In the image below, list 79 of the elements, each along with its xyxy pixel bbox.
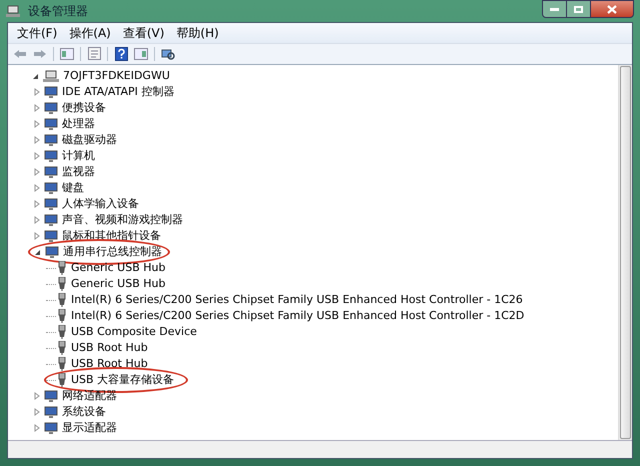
tree-item[interactable]: 计算机 bbox=[62, 148, 95, 164]
expand-icon[interactable] bbox=[34, 136, 40, 144]
tree-item[interactable]: USB 大容量存储设备 bbox=[71, 372, 174, 388]
tree-item[interactable]: 键盘 bbox=[62, 180, 84, 196]
help-button[interactable] bbox=[112, 44, 130, 62]
menu-item[interactable]: 操作(A) bbox=[66, 24, 114, 42]
device-icon bbox=[44, 214, 58, 226]
computer-icon bbox=[43, 70, 59, 82]
usb-plug-icon bbox=[58, 341, 66, 355]
device-icon bbox=[44, 134, 58, 146]
panel-icon bbox=[134, 48, 148, 60]
device-icon bbox=[44, 166, 58, 178]
collapse-icon[interactable] bbox=[34, 248, 41, 256]
scan-hardware-icon bbox=[161, 46, 175, 60]
tree-item[interactable]: 7OJFT3FDKEIDGWU bbox=[63, 68, 170, 84]
tree-item[interactable]: Intel(R) 6 Series/C200 Series Chipset Family USB Enhanced Host Controller - 1C26 bbox=[71, 292, 523, 308]
tree-item[interactable]: IDE ATA/ATAPI 控制器 bbox=[62, 84, 174, 100]
expand-icon[interactable] bbox=[34, 216, 40, 224]
menu-item[interactable]: 查看(V) bbox=[120, 24, 168, 42]
tree-item[interactable]: 处理器 bbox=[62, 116, 95, 132]
panel-icon bbox=[60, 48, 74, 60]
tree-item[interactable]: Generic USB Hub bbox=[71, 276, 166, 292]
tree-item[interactable]: 人体学输入设备 bbox=[62, 196, 139, 212]
tree-item[interactable]: USB Composite Device bbox=[71, 324, 197, 340]
usb-plug-icon bbox=[58, 357, 66, 371]
tree-item[interactable]: Intel(R) 6 Series/C200 Series Chipset Family USB Enhanced Host Controller - 1C2D bbox=[71, 308, 524, 324]
tree-item[interactable]: 通用串行总线控制器 bbox=[63, 244, 162, 260]
tree-item[interactable]: 网络适配器 bbox=[62, 388, 117, 404]
tree-item[interactable]: 显示适配器 bbox=[62, 420, 117, 436]
device-icon bbox=[44, 406, 58, 418]
back-arrow-icon bbox=[13, 48, 27, 58]
device-icon bbox=[44, 150, 58, 162]
tree-item[interactable]: 监视器 bbox=[62, 164, 95, 180]
expand-icon[interactable] bbox=[34, 408, 40, 416]
device-icon bbox=[44, 198, 58, 210]
menu-item[interactable]: 文件(F) bbox=[14, 24, 60, 42]
device-icon bbox=[45, 246, 59, 258]
expand-icon[interactable] bbox=[34, 104, 40, 112]
close-icon bbox=[607, 4, 617, 14]
tree-item[interactable]: USB Root Hub bbox=[71, 340, 148, 356]
expand-icon[interactable] bbox=[34, 392, 40, 400]
device-icon bbox=[44, 422, 58, 434]
expand-icon[interactable] bbox=[34, 152, 40, 160]
app-icon bbox=[6, 4, 22, 18]
properties-icon bbox=[88, 47, 100, 60]
expand-icon[interactable] bbox=[34, 168, 40, 176]
close-button[interactable] bbox=[590, 0, 634, 18]
device-icon bbox=[44, 86, 58, 98]
expand-icon[interactable] bbox=[34, 120, 40, 128]
maximize-button[interactable] bbox=[567, 0, 590, 18]
device-icon bbox=[44, 182, 58, 194]
device-icon bbox=[44, 118, 58, 130]
usb-plug-icon bbox=[58, 373, 66, 387]
tree-item[interactable]: Generic USB Hub bbox=[71, 260, 166, 276]
device-icon bbox=[44, 390, 58, 402]
device-icon bbox=[44, 102, 58, 114]
tree-item[interactable]: 磁盘驱动器 bbox=[62, 132, 117, 148]
expand-icon[interactable] bbox=[34, 424, 40, 432]
tree-item[interactable]: 声音、视频和游戏控制器 bbox=[62, 212, 183, 228]
tree-item[interactable]: 系统设备 bbox=[62, 404, 106, 420]
minimize-button[interactable] bbox=[542, 0, 567, 18]
device-icon bbox=[44, 230, 58, 242]
help-icon bbox=[114, 46, 128, 60]
expand-icon[interactable] bbox=[34, 184, 40, 192]
expand-icon[interactable] bbox=[34, 200, 40, 208]
usb-plug-icon bbox=[58, 325, 66, 339]
expand-icon[interactable] bbox=[34, 88, 40, 96]
usb-plug-icon bbox=[58, 277, 66, 291]
usb-plug-icon bbox=[58, 309, 66, 323]
collapse-icon[interactable] bbox=[32, 72, 39, 80]
usb-plug-icon bbox=[58, 261, 66, 275]
forward-arrow-icon bbox=[33, 48, 47, 58]
tree-item[interactable]: 便携设备 bbox=[62, 100, 106, 116]
expand-icon[interactable] bbox=[34, 232, 40, 240]
window-title: 设备管理器 bbox=[28, 3, 88, 20]
menu-item[interactable]: 帮助(H) bbox=[173, 24, 222, 42]
tree-item[interactable]: USB Root Hub bbox=[71, 356, 148, 372]
usb-plug-icon bbox=[58, 293, 66, 307]
toolbar-button[interactable] bbox=[85, 44, 103, 62]
